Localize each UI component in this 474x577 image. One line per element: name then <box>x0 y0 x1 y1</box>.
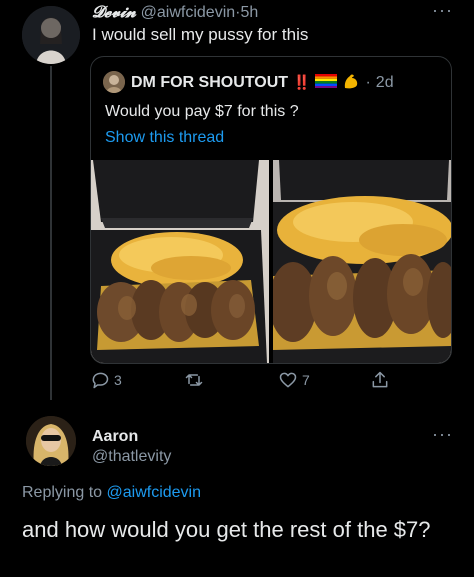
quoted-author-avatar <box>103 71 125 93</box>
avatar-image <box>22 6 80 64</box>
more-options-icon[interactable]: ··· <box>432 0 453 21</box>
double-exclamation-icon: ‼️ <box>293 74 311 90</box>
author-handle[interactable]: @aiwfcidevin <box>141 4 236 21</box>
retweet-icon <box>185 374 203 386</box>
author-avatar[interactable] <box>22 6 80 64</box>
quoted-tweet-text: Would you pay $7 for this ? <box>105 103 299 120</box>
replying-to: Replying to @aiwfcidevin <box>22 484 201 502</box>
reply-author-avatar[interactable] <box>26 416 76 466</box>
reply-text: and how would you get the rest of the $7… <box>22 517 431 542</box>
retweet-button[interactable] <box>184 370 208 390</box>
reply-icon <box>92 372 109 389</box>
like-button[interactable]: 7 <box>278 370 310 390</box>
food-photo-1[interactable] <box>91 160 269 363</box>
heart-icon <box>279 372 297 388</box>
reply-count: 3 <box>114 372 122 388</box>
like-count: 7 <box>302 372 310 388</box>
reply-more-options-icon[interactable]: ··· <box>432 424 453 445</box>
replying-to-label: Replying to <box>22 484 107 501</box>
share-button[interactable] <box>370 370 390 390</box>
quoted-tweet-time: 2d <box>375 73 394 91</box>
biceps-graphic <box>345 74 358 89</box>
quoted-tweet-header: DM FOR SHOUTOUT ‼️ · 2d <box>131 72 394 93</box>
reply-button[interactable]: 3 <box>90 370 122 390</box>
tweet-header: 𝓓𝓮𝓿𝓲𝓷 @aiwfcidevin·5h <box>92 2 258 22</box>
author-name[interactable]: 𝓓𝓮𝓿𝓲𝓷 <box>92 2 136 21</box>
rainbow-flag-graphic <box>315 74 338 88</box>
food-photo-2-image <box>273 160 451 363</box>
replying-to-handle[interactable]: @aiwfcidevin <box>107 484 202 501</box>
rainbow-flag-icon <box>315 74 338 91</box>
thread-line <box>50 66 52 400</box>
tweet-time[interactable]: 5h <box>240 4 258 21</box>
share-icon <box>372 371 388 388</box>
flexed-biceps-icon <box>342 72 360 93</box>
quoted-dot-separator: · <box>365 73 371 91</box>
reply-avatar-image <box>26 416 76 466</box>
food-photo-2[interactable] <box>273 160 451 363</box>
tweet-text: I would sell my pussy for this <box>92 25 309 44</box>
food-photo-1-image <box>91 160 269 363</box>
reply-author-handle[interactable]: @thatlevity <box>92 448 171 466</box>
quoted-tweet-card[interactable]: DM FOR SHOUTOUT ‼️ · 2d Would you pay $7 … <box>90 56 452 364</box>
show-thread-link[interactable]: Show this thread <box>105 129 224 147</box>
tweet-actions: 3 7 <box>90 370 450 394</box>
quoted-author-name: DM FOR SHOUTOUT <box>131 73 289 91</box>
reply-author-name[interactable]: Aaron <box>92 428 138 446</box>
quoted-avatar-image <box>103 71 125 93</box>
